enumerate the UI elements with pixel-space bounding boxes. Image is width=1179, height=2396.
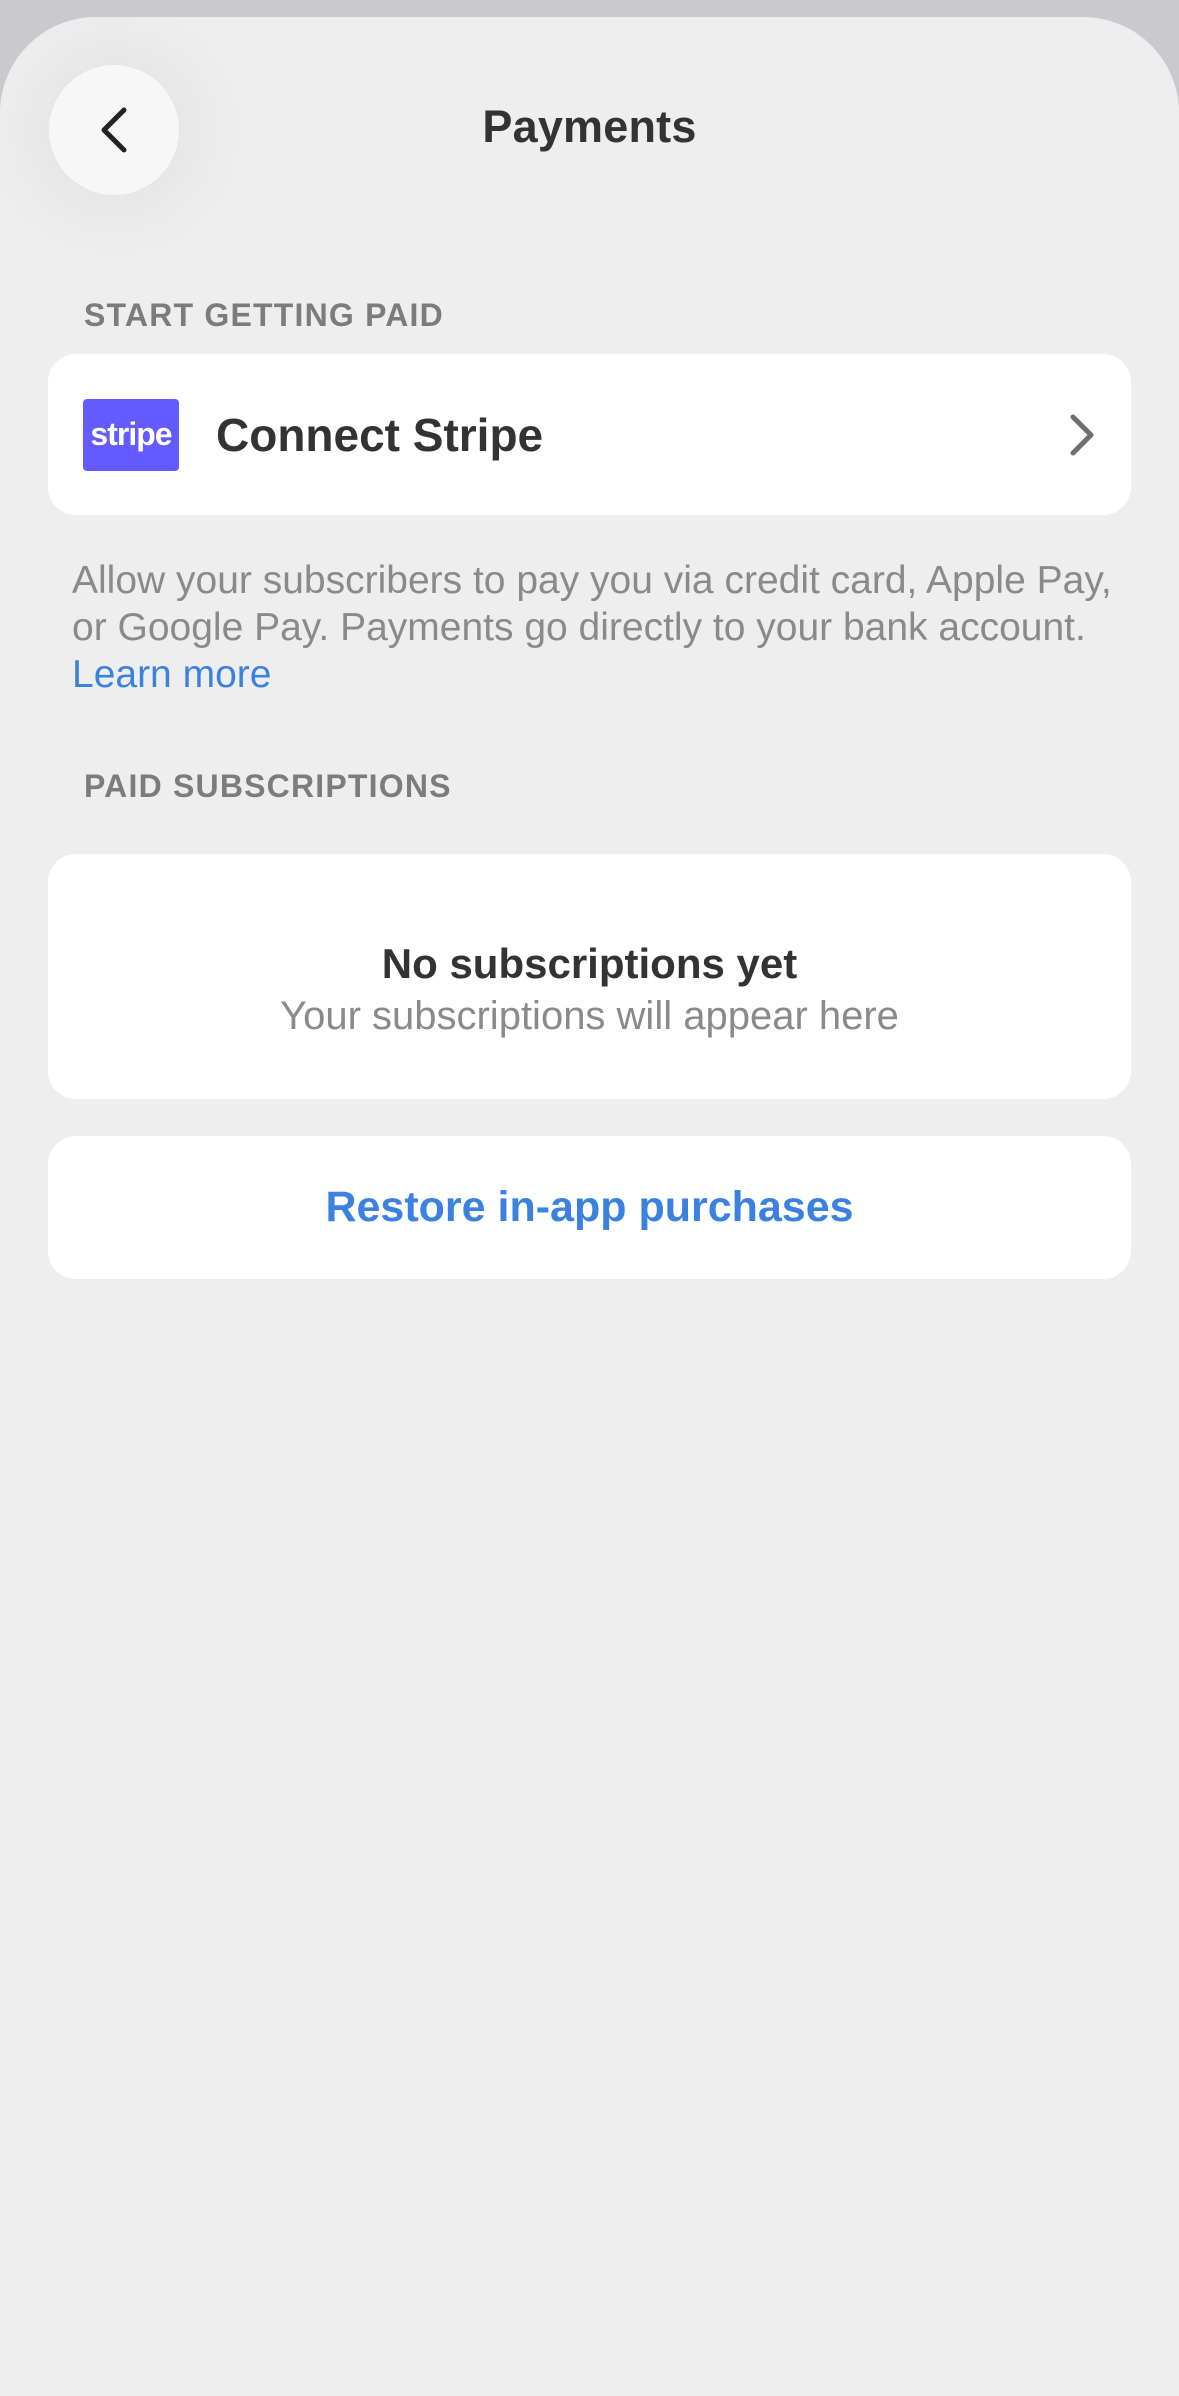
stripe-logo: stripe <box>83 398 179 471</box>
section-header-paid-subscriptions: PAID SUBSCRIPTIONS <box>84 768 452 804</box>
connect-stripe-row[interactable]: stripe Connect Stripe <box>48 354 1131 515</box>
page-title: Payments <box>482 101 697 152</box>
payments-sheet: Payments START GETTING PAID stripe Conne… <box>0 17 1179 2396</box>
empty-state-subtitle: Your subscriptions will appear here <box>280 994 899 1038</box>
restore-purchases-label: Restore in-app purchases <box>325 1183 854 1231</box>
restore-purchases-button[interactable]: Restore in-app purchases <box>48 1136 1131 1279</box>
chevron-right-icon <box>1070 414 1094 455</box>
subscriptions-empty-state: No subscriptions yet Your subscriptions … <box>48 854 1131 1099</box>
learn-more-link[interactable]: Learn more <box>72 653 271 696</box>
payments-description: Allow your subscribers to pay you via cr… <box>72 557 1112 698</box>
section-header-start-getting-paid: START GETTING PAID <box>84 297 444 333</box>
empty-state-title: No subscriptions yet <box>381 940 798 987</box>
description-text: Allow your subscribers to pay you via cr… <box>72 559 1112 649</box>
connect-stripe-label: Connect Stripe <box>216 408 544 461</box>
